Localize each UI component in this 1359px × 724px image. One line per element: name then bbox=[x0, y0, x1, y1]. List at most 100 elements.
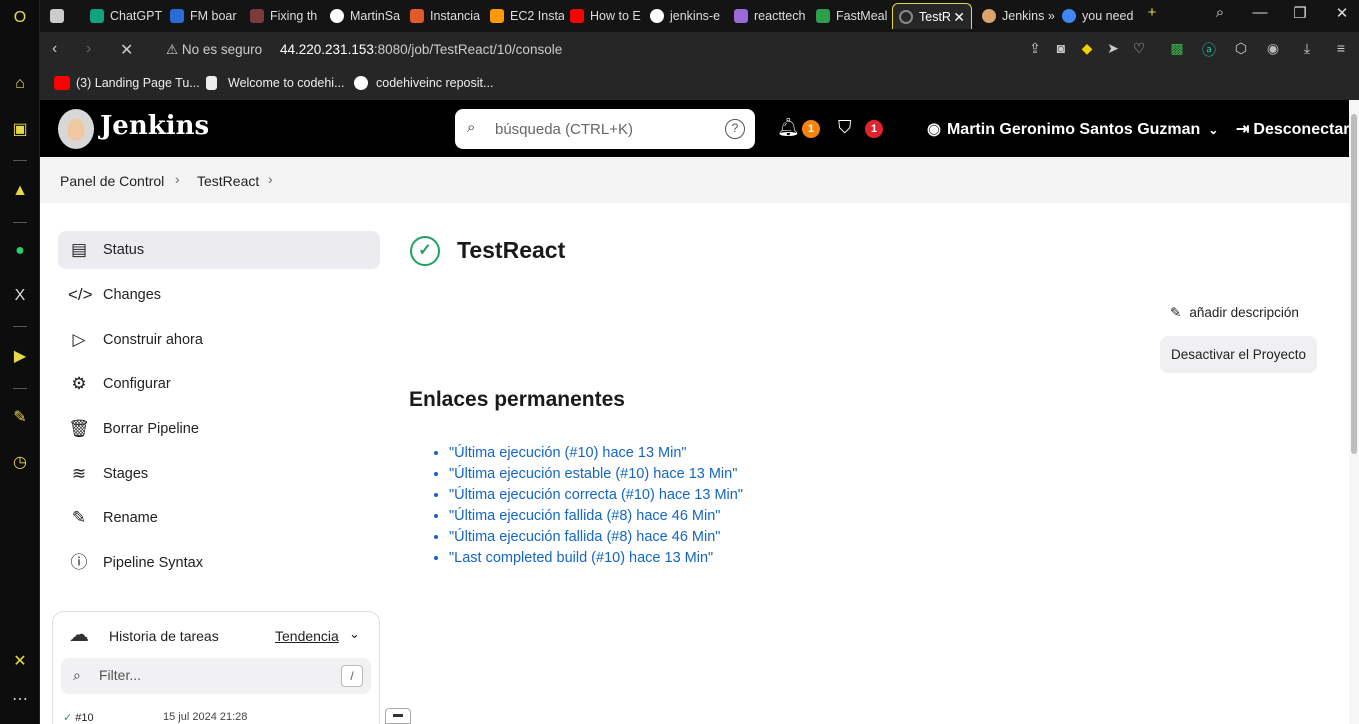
more-icon[interactable]: ⋯ bbox=[8, 688, 32, 712]
shield-icon[interactable]: ◆ bbox=[1078, 40, 1096, 57]
tab-item[interactable]: Jenkins » bbox=[976, 3, 1056, 29]
permalink-last-unsuccessful[interactable]: "Última ejecución fallida (#8) hace 46 M… bbox=[449, 529, 720, 545]
security-badge[interactable]: 1 bbox=[865, 120, 883, 138]
sidebar-item-changes[interactable]: </> Changes bbox=[58, 276, 380, 314]
filter-input[interactable] bbox=[99, 667, 319, 683]
maximize-icon[interactable]: ❐ bbox=[1288, 4, 1312, 22]
permalink-last-stable[interactable]: "Última ejecución estable (#10) hace 13 … bbox=[449, 466, 737, 482]
chevron-right-icon[interactable]: › bbox=[175, 171, 180, 187]
security-shield-icon[interactable]: ⛉ bbox=[838, 117, 852, 138]
send-icon[interactable]: ➤ bbox=[1104, 40, 1122, 57]
stop-icon[interactable]: ✕ bbox=[120, 40, 133, 60]
scrollbar[interactable] bbox=[1349, 100, 1359, 724]
help-icon[interactable]: ? bbox=[725, 119, 745, 139]
tab-item[interactable]: FM boar bbox=[164, 3, 244, 29]
tab-bar: ChatGPT FM boar Fixing th MartinSa Insta… bbox=[40, 0, 1359, 32]
jenkins-logo-icon[interactable] bbox=[58, 109, 94, 149]
build-row[interactable]: ✓ #10 bbox=[63, 711, 94, 724]
close-window-icon[interactable]: ✕ bbox=[1330, 4, 1354, 22]
share-icon[interactable]: ⇪ bbox=[1026, 40, 1044, 57]
tab-item[interactable]: FastMeal bbox=[810, 3, 890, 29]
chatgpt-icon bbox=[90, 9, 104, 23]
camera-icon[interactable]: ◙ bbox=[1052, 40, 1070, 56]
download-icon[interactable]: ⤓ bbox=[1298, 40, 1316, 57]
notifications-badge[interactable]: 1 bbox=[802, 120, 820, 138]
tab-item[interactable]: Fixing th bbox=[244, 3, 324, 29]
logout-button[interactable]: ⇥ Desconectar bbox=[1236, 119, 1349, 139]
new-tab-icon[interactable]: + bbox=[1140, 4, 1164, 21]
breadcrumb-dashboard[interactable]: Panel de Control bbox=[60, 173, 164, 189]
sidebar-item-delete[interactable]: 🗑︎ Borrar Pipeline bbox=[58, 410, 380, 448]
minimize-icon[interactable]: — bbox=[1248, 4, 1272, 21]
sidebar-item-pipeline-syntax[interactable]: ⓘ Pipeline Syntax bbox=[58, 544, 380, 582]
sidebar-divider bbox=[13, 222, 27, 223]
tab-label: you need bbox=[1082, 9, 1134, 23]
disable-project-button[interactable]: Desactivar el Proyecto bbox=[1160, 336, 1317, 373]
app-title[interactable]: Jenkins bbox=[100, 111, 209, 141]
breadcrumb-job[interactable]: TestReact bbox=[197, 173, 259, 189]
tab-item[interactable]: jenkins-e bbox=[644, 3, 724, 29]
bookmark-item[interactable]: Welcome to codehi... bbox=[206, 76, 345, 90]
tab-game[interactable] bbox=[44, 3, 84, 29]
profile-avatar-icon[interactable]: ◉ bbox=[1264, 40, 1282, 57]
user-menu[interactable]: ◉ Martin Geronimo Santos Guzman ⌄ bbox=[927, 119, 1218, 139]
permalink-last-build[interactable]: "Última ejecución (#10) hace 13 Min" bbox=[449, 445, 687, 461]
search-tabs-icon[interactable]: ⌕ bbox=[1208, 4, 1232, 21]
permalink-last-successful[interactable]: "Última ejecución correcta (#10) hace 13… bbox=[449, 487, 743, 503]
github-icon bbox=[354, 76, 368, 90]
sidebar-item-build-now[interactable]: ▷ Construir ahora bbox=[58, 321, 380, 359]
bookmark-item[interactable]: (3) Landing Page Tu... bbox=[54, 76, 200, 90]
tab-active[interactable]: TestR ✕ bbox=[892, 3, 972, 29]
back-icon[interactable]: ‹ bbox=[52, 40, 57, 58]
url-field[interactable]: 44.220.231.153:8080/job/TestReact/10/con… bbox=[280, 42, 562, 57]
code-icon: </> bbox=[68, 285, 93, 304]
cube-icon[interactable]: ⬡ bbox=[1232, 40, 1250, 57]
tab-label: reacttech bbox=[754, 9, 806, 23]
pinboard-icon[interactable]: ✎ bbox=[8, 406, 32, 430]
tab-item[interactable]: MartinSa bbox=[324, 3, 404, 29]
permalink-last-failed[interactable]: "Última ejecución fallida (#8) hace 46 M… bbox=[449, 508, 720, 524]
scrollbar-thumb[interactable] bbox=[1351, 114, 1357, 454]
x-icon[interactable]: X bbox=[8, 284, 32, 308]
ai-icon[interactable]: ▣ bbox=[8, 118, 32, 142]
extensions-icon[interactable]: ✕ bbox=[8, 650, 32, 674]
tab-item[interactable]: EC2 Insta bbox=[484, 3, 564, 29]
youtube-icon bbox=[570, 9, 584, 23]
security-indicator[interactable]: ⚠ No es seguro bbox=[166, 42, 262, 58]
tab-item[interactable]: reacttech bbox=[728, 3, 808, 29]
tab-item[interactable]: you need bbox=[1056, 3, 1136, 29]
close-tab-icon[interactable]: ✕ bbox=[953, 4, 965, 29]
insecure-label: No es seguro bbox=[181, 42, 263, 57]
permalink-last-completed[interactable]: "Last completed build (#10) hace 13 Min" bbox=[449, 550, 713, 566]
aria-icon[interactable]: ▲ bbox=[8, 179, 32, 203]
sidebar-item-rename[interactable]: ✎ Rename bbox=[58, 499, 380, 537]
add-description-button[interactable]: ✎ añadir descripción bbox=[1170, 305, 1299, 321]
chevron-down-icon[interactable]: ⌄ bbox=[349, 626, 360, 642]
sidebar-item-label: Construir ahora bbox=[103, 332, 203, 348]
forward-icon[interactable]: › bbox=[86, 40, 91, 58]
bell-icon[interactable]: 🔔︎ bbox=[777, 117, 800, 138]
chevron-right-icon[interactable]: › bbox=[268, 171, 273, 187]
breadcrumb: Panel de Control › TestReact › bbox=[40, 157, 1359, 203]
a-extension-icon[interactable]: ⓐ bbox=[1200, 40, 1218, 60]
sidebar-item-configure[interactable]: ⚙ Configurar bbox=[58, 365, 380, 403]
player-icon[interactable]: ▶ bbox=[8, 345, 32, 369]
trend-link[interactable]: Tendencia bbox=[275, 628, 339, 644]
expand-panel-icon[interactable]: ▬ bbox=[385, 708, 411, 724]
cors-extension-icon[interactable]: ▩ bbox=[1168, 40, 1186, 57]
opera-logo-icon[interactable]: O bbox=[8, 6, 32, 30]
tab-item[interactable]: How to E bbox=[564, 3, 644, 29]
logout-icon: ⇥ bbox=[1236, 121, 1250, 138]
tab-item[interactable]: Instancia bbox=[404, 3, 484, 29]
heart-icon[interactable]: ♡ bbox=[1130, 40, 1148, 57]
search-input[interactable] bbox=[495, 117, 715, 141]
history-icon[interactable]: ◷ bbox=[8, 451, 32, 475]
menu-icon[interactable]: ≡ bbox=[1332, 40, 1350, 56]
whatsapp-icon[interactable]: ● bbox=[8, 239, 32, 263]
workspace-icon[interactable]: ⌂ bbox=[8, 72, 32, 96]
bookmark-item[interactable]: codehiveinc reposit... bbox=[354, 76, 493, 90]
github-icon bbox=[330, 9, 344, 23]
tab-item[interactable]: ChatGPT bbox=[84, 3, 164, 29]
sidebar-item-status[interactable]: ▤ Status bbox=[58, 231, 380, 269]
sidebar-item-stages[interactable]: ≋ Stages bbox=[58, 455, 380, 493]
